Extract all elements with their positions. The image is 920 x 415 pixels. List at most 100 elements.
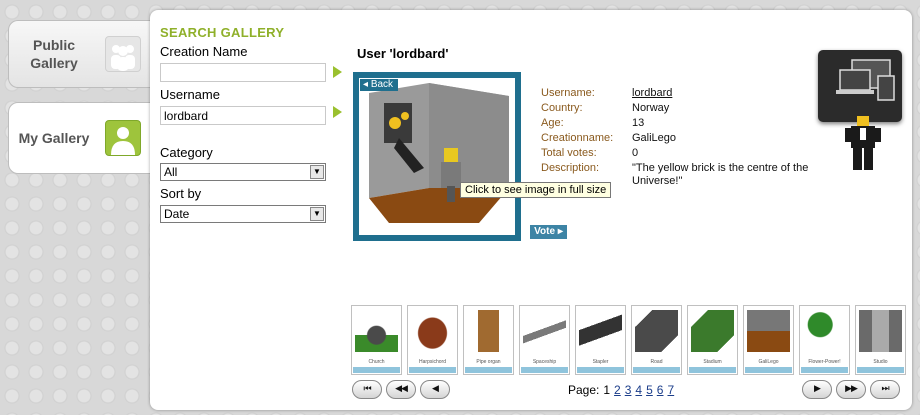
thumbnail-item[interactable]: Flower-Power!	[799, 305, 850, 375]
info-row-creationname: Creationname: GaliLego	[541, 132, 812, 147]
info-row-total-votes: Total votes: 0	[541, 147, 812, 162]
tab-public-gallery-label: Public Gallery	[30, 37, 78, 71]
info-value: Norway	[632, 102, 670, 114]
thumbnail-name: Stapler	[592, 359, 609, 365]
user-detail-title: User 'lordbard'	[357, 46, 449, 61]
thumbnail-name: Stadium	[703, 359, 722, 365]
username-go-arrow-icon[interactable]	[333, 106, 342, 118]
info-key: Creationname:	[541, 132, 614, 144]
thumbnail-name: Harpsichord	[419, 359, 446, 365]
thumbnail-item[interactable]: Harpsichord	[407, 305, 458, 375]
page-link[interactable]: 7	[667, 383, 674, 397]
group-icon	[105, 36, 141, 72]
category-select-value: All	[164, 165, 178, 179]
info-key: Description:	[541, 162, 600, 174]
creation-name-input[interactable]	[160, 63, 326, 82]
info-key: Total votes:	[541, 147, 597, 159]
tab-public-gallery[interactable]: Public Gallery	[8, 20, 154, 88]
thumbnail-name: Pipe organ	[476, 359, 501, 365]
chevron-down-icon[interactable]: ▼	[310, 207, 324, 221]
creation-name-go-arrow-icon[interactable]	[333, 66, 342, 78]
thumbnail-bar	[353, 367, 400, 373]
sort-by-select-value: Date	[164, 207, 190, 221]
category-select[interactable]: All ▼	[160, 163, 326, 181]
username-input[interactable]	[160, 106, 326, 125]
vote-button[interactable]: Vote ▸	[530, 225, 567, 239]
thumbnail-name: Studio	[873, 359, 888, 365]
thumbnail-bar	[577, 367, 624, 373]
chevron-down-icon[interactable]: ▼	[310, 165, 324, 179]
info-key: Username:	[541, 87, 595, 99]
previous-button[interactable]: ◀	[420, 380, 450, 399]
creation-image[interactable]: ◂ Back	[359, 78, 515, 235]
info-row-username: Username: lordbard	[541, 87, 812, 102]
first-page-button[interactable]: ⏮	[352, 380, 382, 399]
thumbnail-name: Church	[368, 359, 385, 365]
thumbnail-image	[523, 310, 566, 352]
thumbnail-item[interactable]: Road	[631, 305, 682, 375]
info-value: GaliLego	[632, 132, 677, 144]
thumbnail-image	[635, 310, 678, 352]
info-key: Age:	[541, 117, 564, 129]
thumbnail-item[interactable]: Studio	[855, 305, 906, 375]
thumbnail-item[interactable]: Church	[351, 305, 402, 375]
info-row-age: Age: 13	[541, 117, 812, 132]
page-link[interactable]: 3	[625, 383, 632, 397]
thumbnail-bar	[465, 367, 512, 373]
page-link[interactable]: 5	[646, 383, 653, 397]
creation-image-frame[interactable]: ◂ Back	[353, 72, 521, 241]
thumbnail-image	[747, 310, 790, 352]
thumbnail-name: GaliLego	[758, 359, 779, 365]
thumbnail-image	[411, 310, 454, 352]
user-info-table: Username: lordbard Country: Norway Age: …	[541, 87, 812, 192]
fast-forward-button[interactable]: ▶▶	[836, 380, 866, 399]
user-icon	[105, 120, 141, 156]
tab-my-gallery-label: My Gallery	[18, 130, 90, 146]
thumbnail-image	[691, 310, 734, 352]
username-label: Username	[160, 87, 220, 102]
thumbnail-bar	[633, 367, 680, 373]
username-link[interactable]: lordbard	[632, 87, 812, 102]
thumbnail-image	[859, 310, 902, 352]
page-current: 1	[603, 383, 611, 397]
info-value: "The yellow brick is the centre of the U…	[632, 162, 809, 187]
thumbnail-image	[579, 310, 622, 352]
thumbnail-bar	[801, 367, 848, 373]
page-link[interactable]: 4	[635, 383, 642, 397]
thumbnail-bar	[409, 367, 456, 373]
sort-by-label: Sort by	[160, 186, 202, 201]
device-icon[interactable]	[818, 50, 902, 122]
thumbnail-strip: Church Harpsichord Pipe organ Spaceship …	[351, 305, 906, 375]
tab-my-gallery[interactable]: My Gallery	[8, 102, 154, 174]
page-link[interactable]: 2	[614, 383, 621, 397]
search-gallery-title: SEARCH GALLERY	[160, 25, 285, 40]
info-key: Country:	[541, 102, 583, 114]
main-panel: SEARCH GALLERY Creation Name Username Ca…	[150, 10, 912, 410]
thumbnail-name: Flower-Power!	[808, 359, 841, 365]
page-link[interactable]: 6	[657, 383, 664, 397]
thumbnail-bar	[745, 367, 792, 373]
back-button[interactable]: ◂ Back	[360, 79, 399, 91]
thumbnail-item[interactable]: Stadium	[687, 305, 738, 375]
thumbnail-image	[803, 310, 846, 352]
thumbnail-bar	[689, 367, 736, 373]
thumbnail-item[interactable]: Stapler	[575, 305, 626, 375]
thumbnail-item[interactable]: Pipe organ	[463, 305, 514, 375]
info-row-description: Description: "The yellow brick is the ce…	[541, 162, 812, 192]
category-label: Category	[160, 145, 213, 160]
thumbnail-item[interactable]: GaliLego	[743, 305, 794, 375]
thumbnail-bar	[521, 367, 568, 373]
thumbnail-name: Spaceship	[532, 359, 557, 365]
thumbnail-image	[355, 310, 398, 352]
back-button-label: Back	[370, 79, 394, 90]
last-page-button[interactable]: ⏭	[870, 380, 900, 399]
thumbnail-image	[467, 310, 510, 352]
thumbnail-item[interactable]: Spaceship	[519, 305, 570, 375]
creation-name-label: Creation Name	[160, 44, 248, 59]
page-label: Page:	[568, 383, 600, 397]
next-button[interactable]: ▶	[802, 380, 832, 399]
info-value: 0	[632, 147, 639, 159]
sort-by-select[interactable]: Date ▼	[160, 205, 326, 223]
thumbnail-name: Road	[650, 359, 663, 365]
rewind-button[interactable]: ◀◀	[386, 380, 416, 399]
